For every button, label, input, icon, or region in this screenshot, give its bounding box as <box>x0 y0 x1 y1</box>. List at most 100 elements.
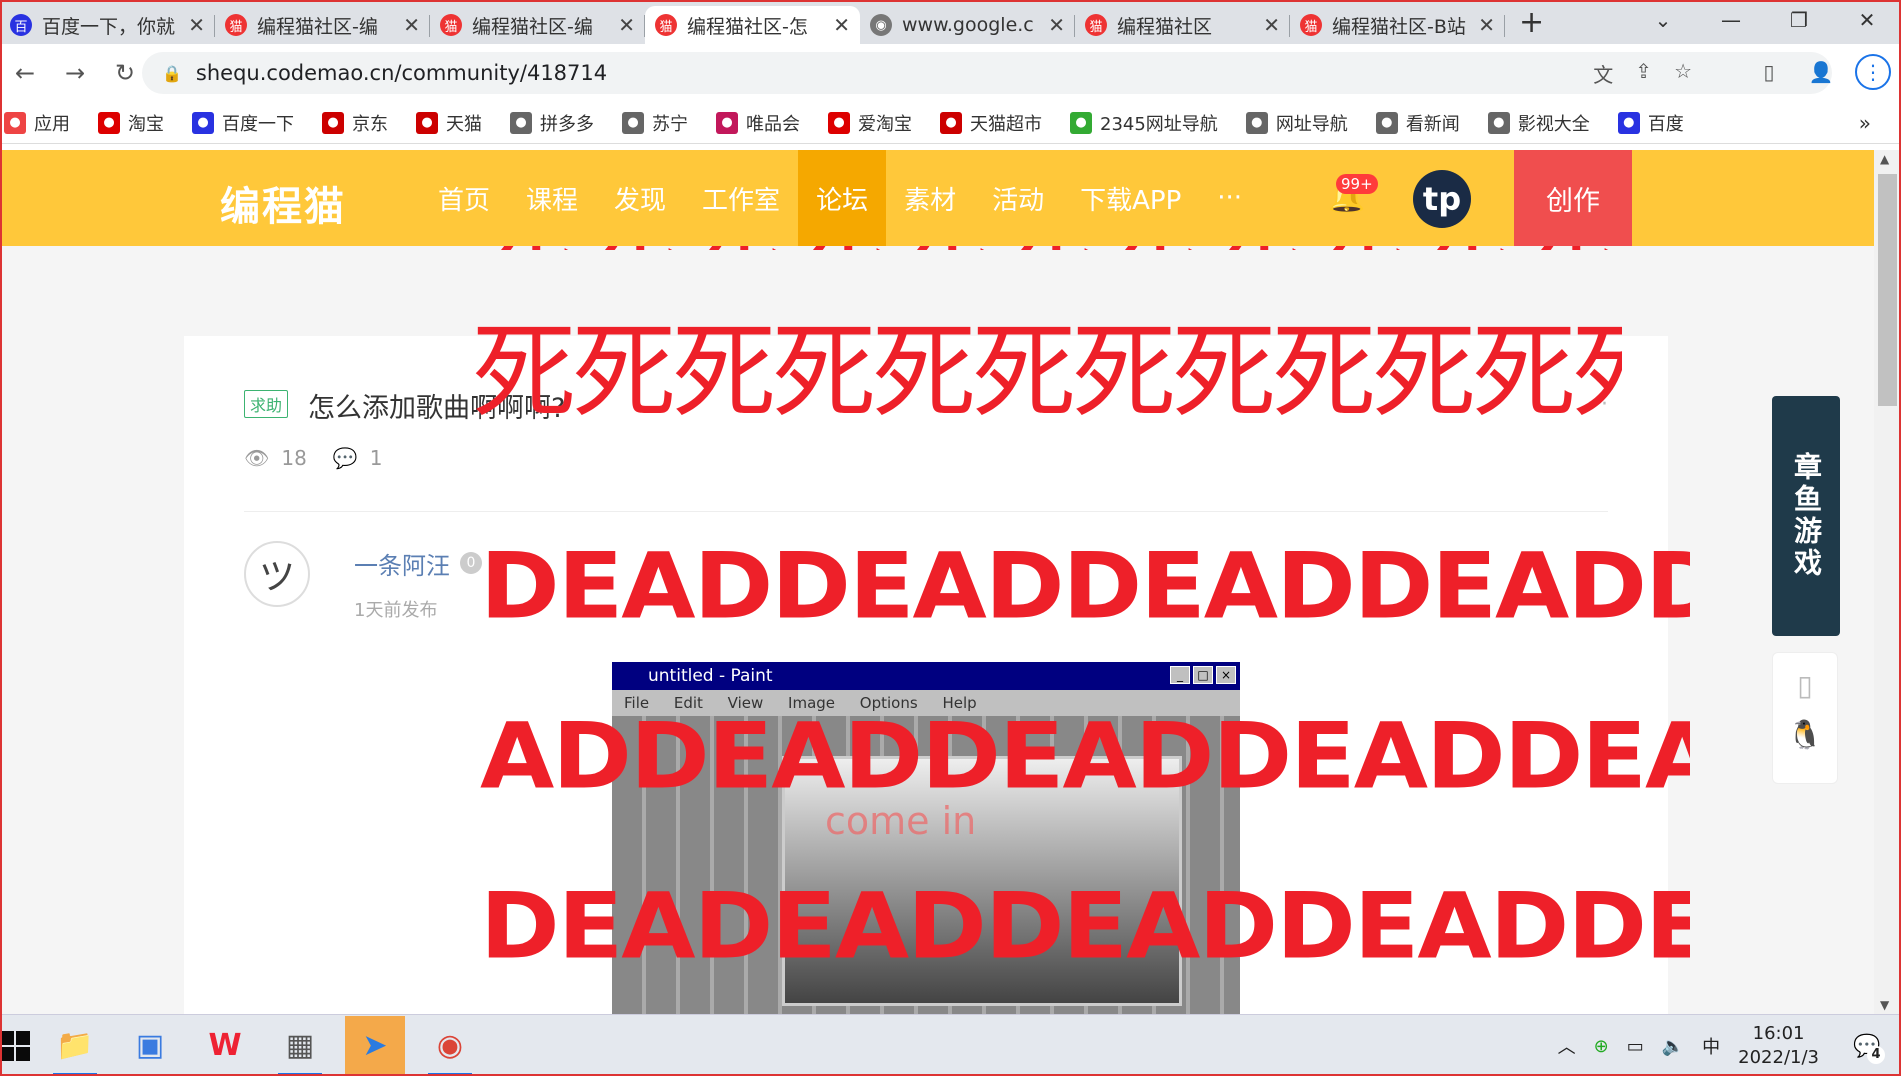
bookmark-item[interactable]: ● 唯品会 <box>716 110 800 136</box>
codemao-logo[interactable]: 编程猫 <box>220 174 346 232</box>
bookmark-item[interactable]: ● 百度 <box>1617 110 1684 136</box>
site-nav-item[interactable]: 首页 <box>420 150 508 246</box>
site-nav-item[interactable]: 下载APP <box>1062 150 1199 246</box>
site-nav-item[interactable]: ··· <box>1199 150 1260 246</box>
lock-icon[interactable]: 🔒 <box>162 64 182 83</box>
battery-icon[interactable]: ▭ <box>1627 1036 1644 1057</box>
tab-close-icon[interactable]: ✕ <box>833 13 850 37</box>
tab-search-dropdown[interactable]: ⌄ <box>1629 8 1697 32</box>
feishu-app-icon[interactable]: ➤ <box>345 1015 405 1076</box>
site-nav-item[interactable]: 论坛 <box>798 150 887 246</box>
share-icon[interactable]: ⇪ <box>1635 59 1652 88</box>
bookmark-item[interactable]: ● 看新闻 <box>1375 110 1460 136</box>
paint-title-text: untitled - Paint <box>648 666 773 686</box>
bookmark-item[interactable]: ● 拼多多 <box>510 110 594 136</box>
bookmark-item[interactable]: ● 网址导航 <box>1245 110 1348 136</box>
tab-0[interactable]: 百百度一下，你就 ✕ <box>0 6 215 44</box>
bookmark-item[interactable]: ● 京东 <box>322 110 388 136</box>
site-nav-item[interactable]: 素材 <box>886 150 974 246</box>
bookmark-item[interactable]: ● 影视大全 <box>1487 110 1590 136</box>
author-avatar[interactable]: ツ <box>244 541 310 607</box>
bookmark-item[interactable]: ● 百度一下 <box>192 110 294 136</box>
page-scrollbar[interactable]: ▲ ▼ <box>1874 150 1901 1014</box>
tab-strip: 百百度一下，你就 ✕ 猫编程猫社区-编 ✕ 猫编程猫社区-编 ✕ 猫编程猫社区-怎 ✕ ◉ www… <box>0 0 1901 44</box>
game-ad-banner[interactable]: 章鱼游戏 <box>1772 396 1840 636</box>
side-toolbox: ▯ 🐧 <box>1772 652 1838 784</box>
bookmark-item[interactable]: ● 应用 <box>4 110 70 136</box>
tab-3[interactable]: 猫编程猫社区-怎 ✕ <box>645 6 860 44</box>
tab-title: 编程猫社区-怎 <box>687 15 808 38</box>
tab-favicon-icon: 猫 <box>440 14 462 36</box>
tab-1[interactable]: 猫编程猫社区-编 ✕ <box>215 6 430 44</box>
ime-indicator[interactable]: 中 <box>1702 1033 1720 1059</box>
bookmarks-bar: ● 应用 ● 淘宝 ● 百度一下 ● 京东 ● 天猫 ● 拼多多 ● 苏宁 ● 唯品会 ● 爱淘宝 ● 天猫超市 ● 23… <box>0 102 1901 144</box>
scrollbar-thumb[interactable] <box>1878 174 1897 406</box>
chrome-icon[interactable]: ◉ <box>420 1016 480 1076</box>
site-nav-item[interactable]: 活动 <box>974 150 1062 246</box>
bookmark-item[interactable]: ● 2345网址导航 <box>1070 110 1218 136</box>
screen-app-icon[interactable]: ▣ <box>120 1016 180 1076</box>
url-text[interactable]: shequ.codemao.cn/community/418714 <box>196 61 607 85</box>
restore-button[interactable]: ❐ <box>1765 8 1833 32</box>
overlay-text-dead-2: ADDEADDEADDEADDEAD <box>480 702 1690 810</box>
site-nav-item[interactable]: 工作室 <box>684 150 798 246</box>
wps-office-icon[interactable]: W <box>195 1016 255 1076</box>
security-app-icon[interactable]: ⊕ <box>1594 1036 1609 1057</box>
new-tab-button[interactable]: + <box>1519 5 1544 40</box>
tab-close-icon[interactable]: ✕ <box>1263 13 1280 37</box>
profile-icon[interactable]: 👤 <box>1803 54 1839 90</box>
tab-6[interactable]: 猫编程猫社区-B站 ✕ <box>1290 6 1505 44</box>
back-icon[interactable]: ← <box>0 59 50 87</box>
tab-close-icon[interactable]: ✕ <box>618 13 635 37</box>
tray-overflow-icon[interactable]: ︿ <box>1558 1033 1576 1059</box>
action-center-icon[interactable]: 💬 4 <box>1847 1026 1887 1066</box>
bookmark-item[interactable]: ● 爱淘宝 <box>828 110 912 136</box>
address-bar[interactable]: 🔒 shequ.codemao.cn/community/418714 文 ⇪ … <box>142 52 1832 94</box>
author-level-badge: 0 <box>460 552 482 574</box>
tab-4[interactable]: ◉ www.google.c ✕ <box>860 6 1075 44</box>
bookmark-item[interactable]: ● 淘宝 <box>98 110 164 136</box>
tab-title: 百度一下，你就 <box>42 15 176 38</box>
author-name[interactable]: 一条阿汪 <box>354 546 450 581</box>
tab-favicon-icon: 百 <box>10 14 32 36</box>
clock-date: 2022/1/3 <box>1738 1047 1819 1068</box>
tab-close-icon[interactable]: ✕ <box>403 13 420 37</box>
tab-close-icon[interactable]: ✕ <box>1048 13 1065 37</box>
mobile-icon[interactable]: ▯ <box>1773 669 1837 702</box>
translate-icon[interactable]: 文 <box>1593 59 1613 88</box>
site-nav-item[interactable]: 课程 <box>508 150 596 246</box>
tab-2[interactable]: 猫编程猫社区-编 ✕ <box>430 6 645 44</box>
tab-close-icon[interactable]: ✕ <box>1478 13 1495 37</box>
system-clock[interactable]: 16:01 2022/1/3 <box>1738 1022 1819 1070</box>
forward-icon[interactable]: → <box>50 59 100 87</box>
windows-start-icon[interactable] <box>0 1030 30 1061</box>
scroll-up-icon[interactable]: ▲ <box>1880 152 1889 166</box>
qq-icon[interactable]: 🐧 <box>1773 718 1837 751</box>
tab-title: 编程猫社区-编 <box>472 15 593 38</box>
user-avatar[interactable]: tp <box>1413 170 1471 228</box>
close-window-button[interactable]: ✕ <box>1833 8 1901 32</box>
browser-menu-icon[interactable]: ⋮ <box>1855 54 1891 90</box>
paint-maximize-icon: □ <box>1193 666 1213 684</box>
calculator-icon[interactable]: ▦ <box>270 1016 330 1076</box>
browser-toolbar: ← → ↻ 🔒 shequ.codemao.cn/community/41871… <box>0 44 1901 102</box>
bookmark-favicon-icon: ● <box>1375 111 1398 134</box>
create-button[interactable]: 创作 <box>1514 150 1632 246</box>
bookmark-item[interactable]: ● 天猫超市 <box>940 110 1042 136</box>
file-explorer-icon[interactable]: 📁 <box>45 1016 105 1076</box>
bookmark-star-icon[interactable]: ☆ <box>1674 59 1692 88</box>
bookmark-item[interactable]: ● 天猫 <box>416 110 482 136</box>
tab-separator <box>1504 15 1505 37</box>
tab-title: 编程猫社区-编 <box>257 15 378 38</box>
scroll-down-icon[interactable]: ▼ <box>1880 998 1889 1012</box>
bookmark-item[interactable]: ● 苏宁 <box>622 110 688 136</box>
site-nav-item[interactable]: 发现 <box>596 150 684 246</box>
side-panel-icon[interactable]: ▯ <box>1751 54 1787 90</box>
tab-5[interactable]: 猫编程猫社区 ✕ <box>1075 6 1290 44</box>
volume-icon[interactable]: 🔈 <box>1662 1036 1684 1057</box>
tab-close-icon[interactable]: ✕ <box>188 13 205 37</box>
minimize-button[interactable]: — <box>1697 8 1765 32</box>
bookmark-favicon-icon: ● <box>622 111 644 134</box>
bookmark-favicon-icon: ● <box>1487 111 1510 134</box>
bookmarks-overflow-icon[interactable]: » <box>1859 111 1871 135</box>
